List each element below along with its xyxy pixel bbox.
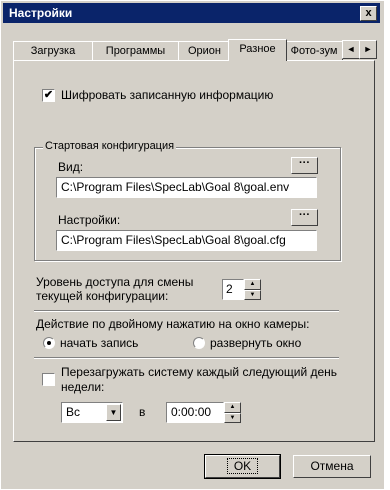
encrypt-label: Шифровать записанную информацию <box>61 88 274 102</box>
access-level-label-line1: Уровень доступа для смены <box>36 275 194 289</box>
settings-browse-button[interactable]: ··· <box>291 209 318 226</box>
arrow-up-icon: ▲ <box>249 281 256 287</box>
time-at-label: в <box>139 405 146 419</box>
arrow-left-icon: ◄ <box>346 44 356 54</box>
tab-programmy[interactable]: Программы <box>92 41 179 60</box>
reboot-label: Перезагружать систему каждый следующий д… <box>61 365 337 395</box>
view-path-field[interactable]: C:\Program Files\SpecLab\Goal 8\goal.env <box>56 177 317 198</box>
startup-config-title: Стартовая конфигурация <box>43 140 177 152</box>
weekday-select-value: Вс <box>66 405 81 419</box>
weekday-select[interactable]: Вс ▼ <box>61 402 123 423</box>
tab-raznoe[interactable]: Разное <box>228 39 287 61</box>
tab-zagruzka[interactable]: Загрузка <box>13 41 93 60</box>
arrow-up-icon: ▲ <box>229 404 236 410</box>
separator-2 <box>34 357 339 359</box>
window-title: Настройки <box>9 6 73 20</box>
dblclick-action-label: Действие по двойному нажатию на окно кам… <box>36 317 310 331</box>
radio-expand-window[interactable] <box>193 337 205 349</box>
ok-button-label: OK <box>226 458 259 474</box>
reboot-label-line1: Перезагружать систему каждый следующий д… <box>61 365 338 379</box>
access-level-label: Уровень доступа для смены текущей конфиг… <box>36 275 193 303</box>
access-level-label-line2: текущей конфигурации: <box>36 289 169 303</box>
tab-foto-zum[interactable]: Фото-зум <box>285 41 343 60</box>
arrow-down-icon: ▼ <box>229 415 236 421</box>
separator-1 <box>34 310 339 312</box>
settings-path-field[interactable]: C:\Program Files\SpecLab\Goal 8\goal.cfg <box>56 230 317 251</box>
settings-label: Настройки: <box>58 213 121 227</box>
arrow-right-icon: ► <box>363 44 373 54</box>
tab-strip: Загрузка Программы Орион Разное Фото-зум… <box>13 39 378 61</box>
tab-scroll-left-button[interactable]: ◄ <box>342 40 360 59</box>
reboot-label-line2: недели: <box>61 380 105 394</box>
encrypt-checkbox[interactable]: ✔ <box>42 89 55 102</box>
radio-start-recording[interactable] <box>43 337 55 349</box>
radio-expand-window-label[interactable]: развернуть окно <box>210 336 301 350</box>
view-label: Вид: <box>58 160 84 174</box>
weekday-dropdown-button[interactable]: ▼ <box>106 404 121 421</box>
reboot-checkbox[interactable] <box>42 373 55 386</box>
access-level-input[interactable]: 2 <box>222 279 244 300</box>
tab-scroll-right-button[interactable]: ► <box>359 40 377 59</box>
ok-button[interactable]: OK <box>204 454 281 479</box>
time-up-button[interactable]: ▲ <box>224 402 241 413</box>
close-button[interactable]: x <box>360 6 377 21</box>
reboot-time-input[interactable]: 0:00:00 <box>166 402 224 423</box>
view-browse-button[interactable]: ··· <box>291 157 318 174</box>
tab-orion[interactable]: Орион <box>178 41 231 60</box>
access-level-down-button[interactable]: ▼ <box>244 290 261 300</box>
cancel-button[interactable]: Отмена <box>293 455 371 478</box>
settings-dialog: Настройки x Загрузка Программы Орион Раз… <box>0 0 385 490</box>
chevron-down-icon: ▼ <box>109 408 118 417</box>
radio-start-recording-label[interactable]: начать запись <box>60 336 138 350</box>
time-down-button[interactable]: ▼ <box>224 413 241 423</box>
title-bar: Настройки x <box>3 3 380 23</box>
access-level-up-button[interactable]: ▲ <box>244 279 261 290</box>
arrow-down-icon: ▼ <box>249 292 256 298</box>
